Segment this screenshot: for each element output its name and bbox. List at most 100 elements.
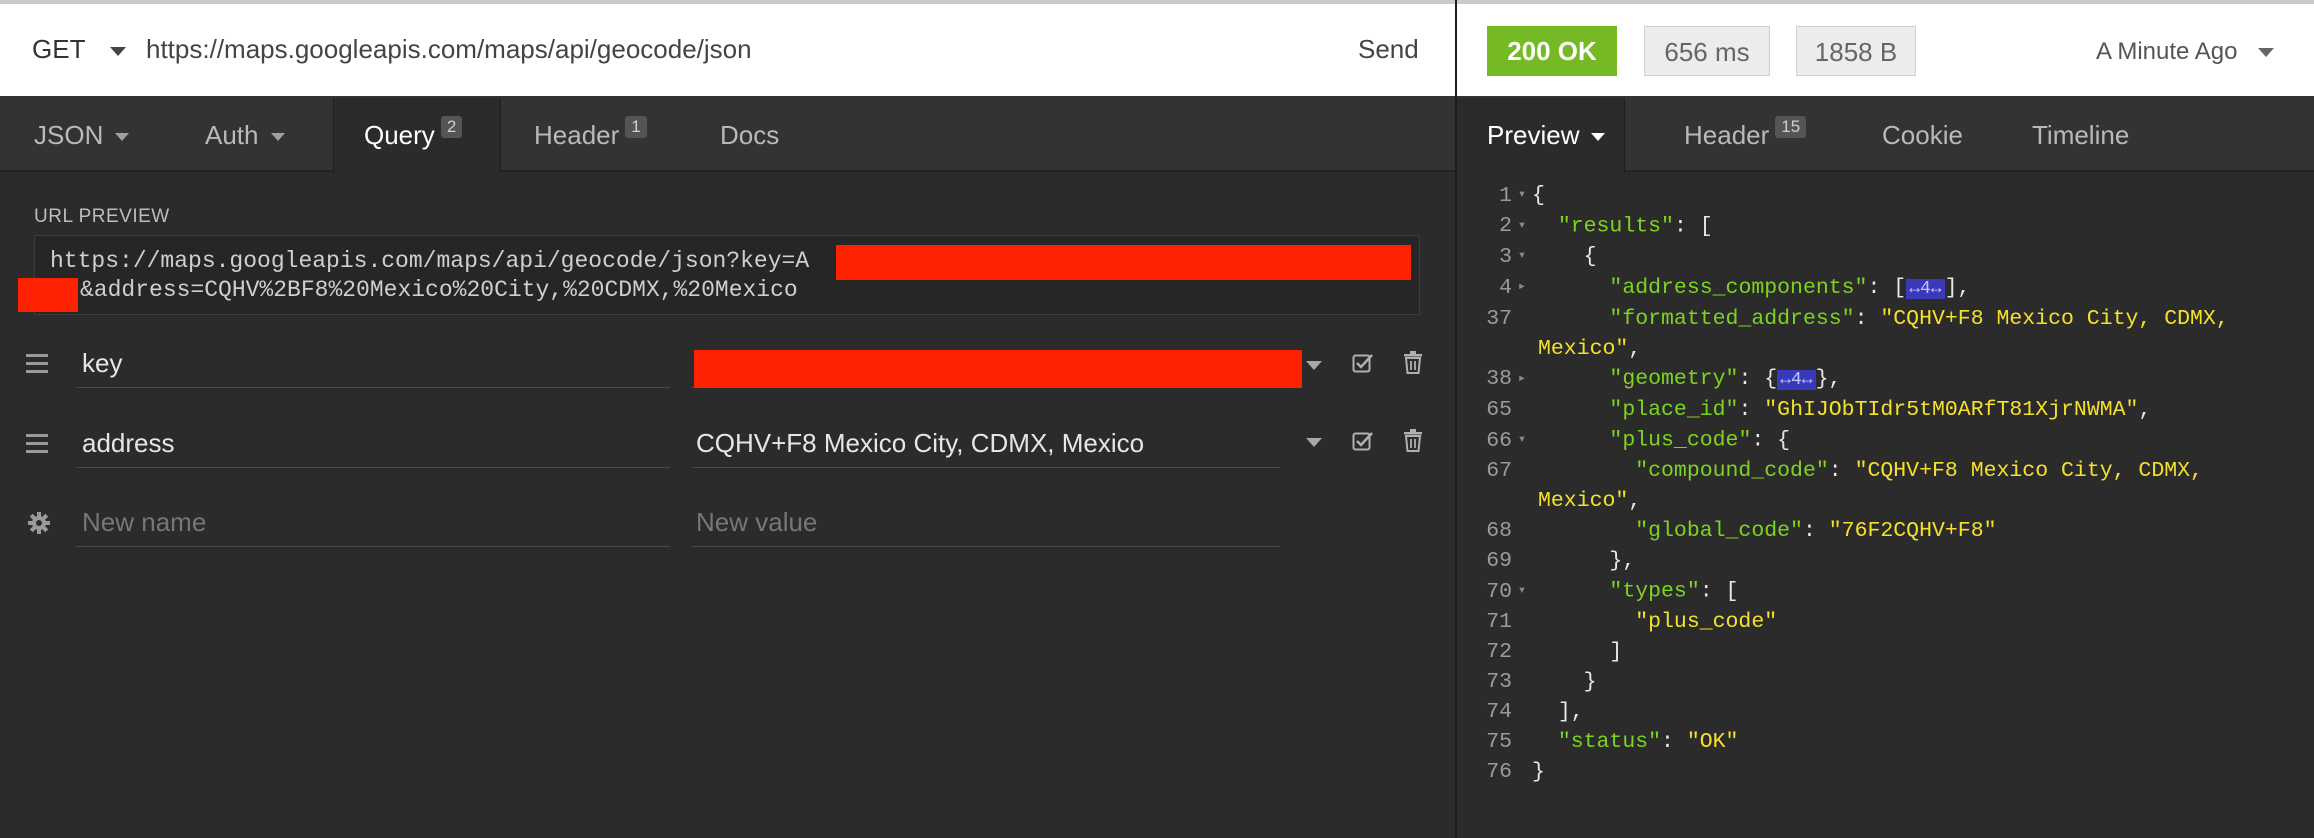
json-preview[interactable]: 1 ▾{2 ▾ "results": [3 ▾ {4 ▸ "address_compon… [1470,180,2229,787]
line-number: 72 [1486,639,1512,664]
json-line: Mexico", [1538,334,2229,364]
tab-header[interactable]: Header 1 [534,116,647,151]
tab-auth[interactable]: Auth [205,120,285,151]
fold-toggle-icon[interactable]: ▾ [1512,241,1532,271]
tab-query[interactable]: Query 2 [364,116,463,151]
tab-cookie[interactable]: Cookie [1882,120,1963,151]
chevron-down-icon[interactable] [1306,438,1322,447]
response-size-badge: 1858 B [1796,26,1916,76]
line-number: 76 [1486,759,1512,784]
drag-handle-icon[interactable] [26,354,50,378]
drag-handle-icon[interactable] [26,434,50,458]
line-number: 73 [1486,669,1512,694]
checkbox-icon[interactable] [1352,352,1374,374]
json-code: { [1532,183,1545,208]
fold-toggle-icon[interactable]: ▸ [1512,272,1532,302]
chevron-down-icon[interactable] [1306,361,1322,370]
json-code: "place_id": "GhIJObTIdr5tM0ARfT81XjrNWMA… [1609,398,2152,423]
json-code: "geometry": {↔4↔}, [1609,367,1842,392]
checkbox-icon[interactable] [1352,430,1374,452]
tab-body-json[interactable]: JSON [34,120,130,151]
tab-label: Timeline [2032,120,2130,150]
json-line: 2 ▾ "results": [ [1470,211,2229,242]
method-label: GET [32,34,85,64]
tab-label: Docs [720,120,780,150]
json-line: 66 ▾ "plus_code": { [1470,425,2229,456]
tab-count-badge: 15 [1775,116,1807,138]
tab-label: Preview [1487,120,1580,150]
tab-preview[interactable]: Preview [1487,120,1606,151]
json-code: "formatted_address": "CQHV+F8 Mexico Cit… [1609,306,2229,331]
url-preview-line-2: &address=CQHV%2BF8%20Mexico%20City,%20CD… [80,277,798,303]
json-code: "plus_code" [1635,609,1778,634]
json-line: 3 ▾ { [1470,241,2229,272]
json-code: "compound_code": "CQHV+F8 Mexico City, C… [1635,459,2203,484]
json-line: 76} [1470,757,2229,787]
param-name-input[interactable]: address [76,418,670,468]
json-code: "results": [ [1557,214,1713,239]
tab-response-header[interactable]: Header 15 [1684,116,1807,151]
chevron-down-icon [1591,133,1606,142]
json-line: 73 } [1470,667,2229,697]
json-code: "types": [ [1609,579,1739,604]
param-name-value: key [82,348,123,378]
param-value-input[interactable]: CQHV+F8 Mexico City, CDMX, Mexico [692,418,1280,468]
line-number: 68 [1486,519,1512,544]
json-code: } [1583,669,1597,694]
json-code: ], [1557,699,1584,724]
json-line: 75 "status": "OK" [1470,727,2229,757]
chevron-down-icon [270,133,285,142]
redaction-block [694,350,1302,388]
fold-toggle-icon[interactable]: ▾ [1512,576,1532,606]
json-line: 4 ▸ "address_components": [↔4↔], [1470,272,2229,304]
line-number: 69 [1486,549,1512,574]
method-select[interactable]: GET [32,34,127,65]
trash-icon[interactable] [1402,428,1424,452]
redaction-block [836,245,1411,280]
url-preview-line-1: https://maps.googleapis.com/maps/api/geo… [50,248,810,274]
json-line: 67 "compound_code": "CQHV+F8 Mexico City… [1470,456,2229,486]
send-button[interactable]: Send [1358,34,1419,65]
tab-label: Header [534,120,620,150]
line-number: 37 [1486,306,1512,331]
param-name-input[interactable]: key [76,338,670,388]
tab-label: Query [364,120,435,150]
new-param-value-input[interactable]: New value [692,497,1280,547]
json-code: Mexico", [1538,489,1642,514]
status-badge: 200 OK [1487,26,1617,76]
tab-count-badge: 1 [625,116,647,138]
fold-toggle-icon[interactable]: ▾ [1512,425,1532,455]
line-number: 65 [1486,398,1512,423]
param-name-value: address [82,428,175,458]
fold-toggle-icon[interactable]: ▾ [1512,180,1532,210]
json-code: Mexico", [1538,336,1642,361]
trash-icon[interactable] [1402,350,1424,374]
json-line: 38 ▸ "geometry": {↔4↔}, [1470,364,2229,396]
placeholder-text: New name [82,507,207,537]
json-code: }, [1609,549,1636,574]
chevron-down-icon [110,46,127,56]
json-line: 71 "plus_code" [1470,607,2229,637]
response-time-badge: 656 ms [1644,26,1770,76]
tab-count-badge: 2 [440,116,463,138]
tab-timeline[interactable]: Timeline [2032,120,2129,151]
json-line: 70 ▾ "types": [ [1470,576,2229,607]
history-dropdown[interactable]: A Minute Ago [2096,38,2275,66]
gear-icon[interactable] [27,511,51,535]
line-number: 1 [1499,183,1512,208]
tab-docs[interactable]: Docs [720,120,779,151]
history-label: A Minute Ago [2096,38,2238,65]
fold-toggle-icon[interactable]: ▸ [1512,364,1532,394]
line-number: 74 [1486,699,1512,724]
line-number: 3 [1499,245,1512,270]
line-number: 75 [1486,729,1512,754]
fold-toggle-icon[interactable]: ▾ [1512,211,1532,241]
line-number: 38 [1486,367,1512,392]
url-input[interactable]: https://maps.googleapis.com/maps/api/geo… [146,34,752,65]
json-code: "status": "OK" [1557,729,1739,754]
new-param-name-input[interactable]: New name [76,497,670,547]
line-number: 66 [1486,429,1512,454]
json-code: "plus_code": { [1609,429,1791,454]
param-value-value: CQHV+F8 Mexico City, CDMX, Mexico [696,428,1145,458]
json-line: Mexico", [1538,486,2229,516]
